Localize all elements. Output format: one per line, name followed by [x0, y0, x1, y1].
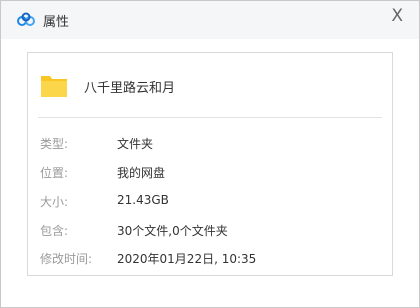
folder-icon	[40, 72, 68, 98]
title-bar: 属性 X	[1, 1, 419, 39]
location-value: 我的网盘	[117, 166, 166, 180]
properties-dialog: 属性 X 八千里路云和月 类型: 文件夹 位置: 我的网盘 大小: 21.43G…	[0, 0, 420, 308]
modified-time-label: 修改时间:	[40, 252, 93, 266]
size-label: 大小:	[40, 195, 69, 209]
divider	[38, 117, 382, 118]
contains-value: 30个文件,0个文件夹	[117, 224, 228, 238]
folder-name: 八千里路云和月	[84, 81, 176, 96]
contains-label: 包含:	[40, 224, 69, 238]
properties-panel: 八千里路云和月 类型: 文件夹 位置: 我的网盘 大小: 21.43GB 包含:…	[27, 52, 393, 276]
dialog-title: 属性	[43, 15, 70, 30]
modified-time-value: 2020年01月22日, 10:35	[117, 252, 257, 266]
type-label: 类型:	[40, 137, 69, 151]
location-label: 位置:	[40, 166, 69, 180]
type-value: 文件夹	[117, 137, 154, 151]
close-button[interactable]: X	[391, 6, 403, 26]
cloud-app-icon	[16, 12, 36, 28]
size-value: 21.43GB	[117, 193, 169, 207]
